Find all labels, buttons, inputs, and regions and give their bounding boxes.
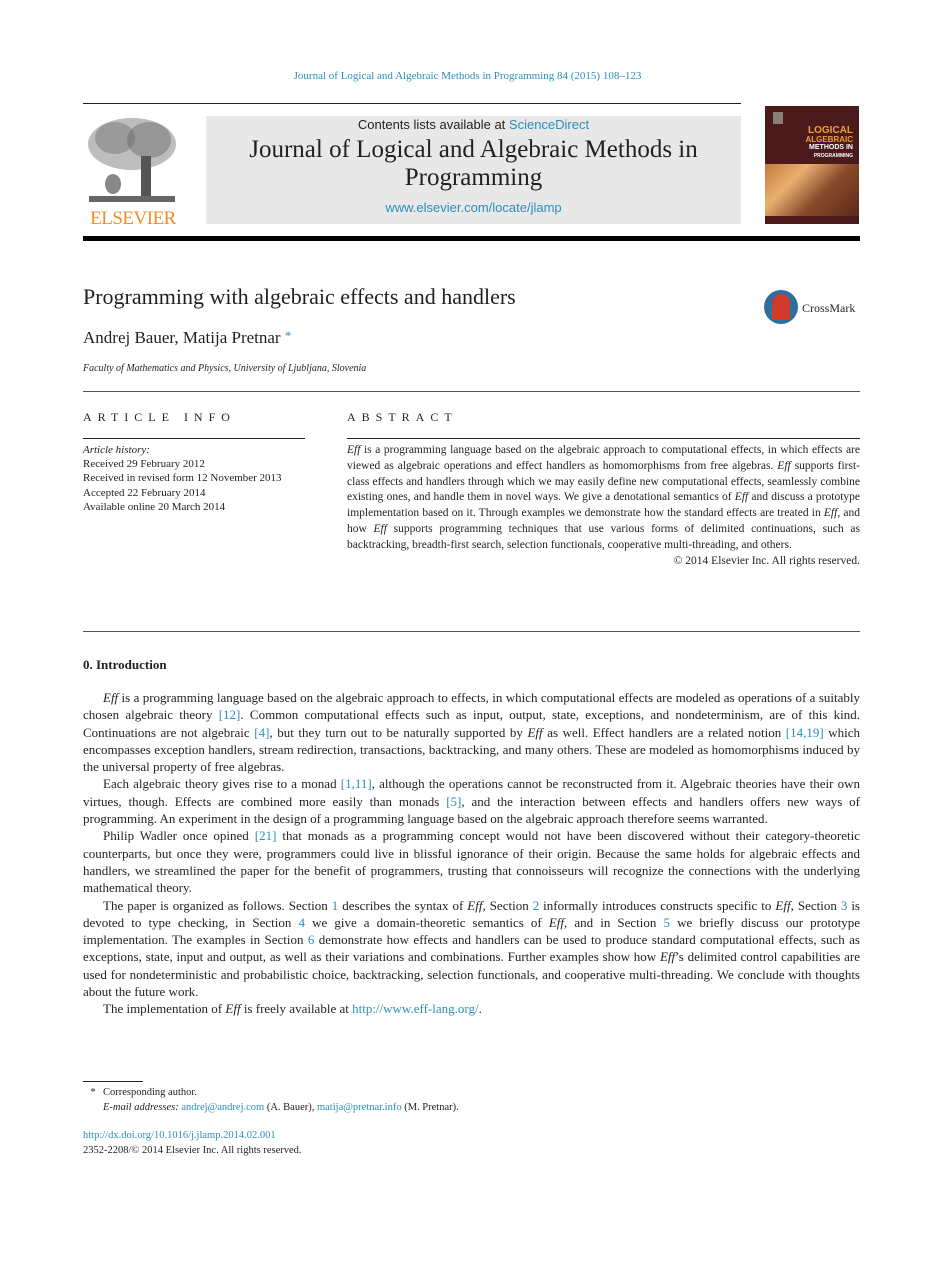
text-run: Each algebraic theory gives rise to a mo…: [103, 776, 341, 792]
cover-publisher-logo: [773, 112, 783, 124]
emphasis: Eff: [467, 897, 483, 913]
abstract-rule: [347, 438, 860, 439]
journal-cover-image[interactable]: LOGICAL ALGEBRAIC METHODS IN PROGRAMMING: [765, 106, 859, 224]
reference-link[interactable]: [21]: [255, 828, 277, 843]
cover-title-line: ALGEBRAIC: [805, 135, 853, 144]
reference-link[interactable]: [12]: [219, 707, 241, 722]
contents-line: Contents lists available at ScienceDirec…: [206, 117, 741, 132]
reference-link[interactable]: [14,19]: [786, 725, 824, 740]
emphasis: Eff: [347, 444, 361, 456]
reference-link[interactable]: [5]: [446, 794, 461, 809]
title-rule: [83, 391, 860, 392]
history-item: Available online 20 March 2014: [83, 500, 226, 513]
corresponding-author-mark[interactable]: *: [285, 328, 292, 343]
email-owner: (A. Bauer),: [264, 1102, 317, 1113]
text-run: , and in Section: [564, 914, 664, 930]
doi-block: http://dx.doi.org/10.1016/j.jlamp.2014.0…: [83, 1129, 302, 1158]
cover-title-line: PROGRAMMING: [813, 153, 853, 159]
text-run: , but they turn out to be naturally supp…: [269, 724, 528, 740]
journal-masthead: Contents lists available at ScienceDirec…: [206, 116, 741, 224]
authors: Andrej Bauer, Matija Pretnar *: [83, 328, 291, 348]
elsevier-wordmark: ELSEVIER: [90, 208, 176, 229]
journal-title: Journal of Logical and Algebraic Methods…: [249, 136, 698, 191]
header-rule: [83, 103, 741, 104]
sciencedirect-link[interactable]: ScienceDirect: [509, 117, 589, 132]
footnote-star: *: [90, 1087, 96, 1098]
header-thick-rule: [83, 236, 860, 241]
running-head[interactable]: Journal of Logical and Algebraic Methods…: [0, 70, 935, 82]
footnote-corresponding: * Corresponding author.: [83, 1085, 683, 1100]
paragraph: Each algebraic theory gives rise to a mo…: [83, 775, 860, 827]
text-run: as well. Effect handlers are a related n…: [542, 724, 786, 740]
emphasis: Eff: [103, 690, 119, 705]
reference-link[interactable]: [1,11]: [341, 776, 372, 791]
email-link-bauer[interactable]: andrej@andrej.com: [181, 1102, 264, 1113]
history-item: Received 29 February 2012: [83, 458, 205, 471]
history-label: Article history:: [83, 444, 150, 456]
text-run: supports programming techniques that use…: [347, 522, 860, 551]
crossmark-icon: [764, 290, 798, 324]
footnote-emails: E-mail addresses: andrej@andrej.com (A. …: [83, 1100, 683, 1115]
email-link-pretnar[interactable]: matija@pretnar.info: [317, 1102, 402, 1113]
emphasis: Eff: [777, 459, 791, 472]
email-label: E-mail addresses:: [103, 1102, 179, 1113]
footnote-rule: [83, 1081, 143, 1082]
article-info-rule: [83, 438, 305, 439]
affiliation: Faculty of Mathematics and Physics, Univ…: [83, 363, 367, 374]
emphasis: Eff: [527, 724, 543, 740]
reference-link[interactable]: http://www.eff-lang.org/: [352, 1001, 479, 1016]
abstract-bottom-rule: [83, 631, 860, 632]
abstract-text: Eff is a programming language based on t…: [347, 443, 860, 554]
introduction-body: Eff is a programming language based on t…: [83, 689, 860, 1018]
text-run: The implementation of: [103, 1001, 226, 1017]
history-item: Received in revised form 12 November 201…: [83, 472, 282, 485]
elsevier-tree-icon: [85, 116, 179, 204]
emphasis: Eff: [775, 897, 791, 913]
abstract-heading: ABSTRACT: [347, 410, 458, 424]
emphasis: Eff: [373, 522, 387, 535]
crossmark-label: CrossMark: [802, 301, 856, 315]
text-run: Philip Wadler once opined: [103, 828, 255, 844]
emphasis: Eff: [734, 491, 749, 504]
text-run: , Section: [790, 897, 841, 913]
email-owner: (M. Pretnar).: [401, 1102, 459, 1113]
text-run: informally introduces constructs specifi…: [539, 897, 776, 913]
reference-link[interactable]: [4]: [254, 725, 269, 740]
contents-prefix: Contents lists available at: [357, 117, 509, 132]
text-run: The paper is organized as follows. Secti…: [103, 897, 332, 913]
paragraph: The implementation of Eff is freely avai…: [83, 1000, 860, 1017]
issn-line: 2352-2208/© 2014 Elsevier Inc. All right…: [83, 1144, 302, 1156]
journal-url-link[interactable]: www.elsevier.com/locate/jlamp: [206, 200, 741, 215]
doi-link[interactable]: http://dx.doi.org/10.1016/j.jlamp.2014.0…: [83, 1129, 302, 1144]
footnote-text: Corresponding author.: [103, 1087, 197, 1098]
emphasis: Eff: [548, 914, 564, 930]
footnotes: * Corresponding author. E-mail addresses:…: [83, 1085, 683, 1115]
section-heading-introduction: 0. Introduction: [83, 657, 167, 672]
abstract-copyright: © 2014 Elsevier Inc. All rights reserved…: [673, 554, 860, 567]
emphasis: Eff: [659, 949, 676, 965]
crossmark-button[interactable]: CrossMark: [764, 290, 864, 328]
paragraph: Philip Wadler once opined [21] that mona…: [83, 827, 860, 896]
paragraph: The paper is organized as follows. Secti…: [83, 897, 860, 1001]
text-run: we give a domain-theoretic semantics of: [304, 914, 549, 930]
elsevier-logo[interactable]: ELSEVIER: [83, 112, 183, 230]
text-run: , Section: [482, 897, 533, 913]
history-item: Accepted 22 February 2014: [83, 486, 206, 499]
article-info-heading: ARTICLE INFO: [83, 410, 236, 424]
emphasis: Eff: [823, 507, 838, 520]
cover-title: LOGICAL ALGEBRAIC METHODS IN PROGRAMMING: [805, 126, 853, 160]
emphasis: Eff: [225, 1001, 241, 1017]
article-history: Article history: Received 29 February 20…: [83, 443, 313, 514]
text-run: describes the syntax of: [338, 897, 468, 913]
article-title: Programming with algebraic effects and h…: [83, 284, 516, 309]
cover-title-line: METHODS IN: [809, 144, 853, 151]
author-names: Andrej Bauer, Matija Pretnar: [83, 328, 281, 347]
text-run: .: [478, 1001, 482, 1017]
cover-artwork: [765, 164, 859, 216]
text-run: is freely available at: [240, 1001, 353, 1017]
abstract: Eff is a programming language based on t…: [347, 443, 860, 569]
crossmark-bookmark-icon: [772, 294, 790, 320]
paragraph: Eff is a programming language based on t…: [83, 689, 860, 775]
